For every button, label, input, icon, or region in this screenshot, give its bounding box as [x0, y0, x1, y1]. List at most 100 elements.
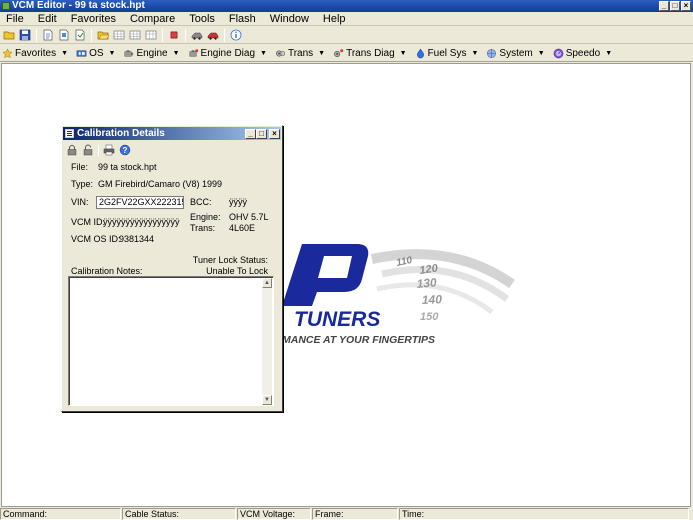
table-compare-icon[interactable]	[145, 29, 157, 41]
print-icon[interactable]	[103, 144, 115, 156]
unlock-icon[interactable]	[82, 144, 94, 156]
nav-engine-diag[interactable]: Engine Diag ▼	[188, 48, 273, 59]
engine-diag-icon	[189, 48, 198, 56]
toolbar-separator	[36, 28, 37, 42]
file-value: 99 ta stock.hpt	[98, 162, 157, 172]
toolbar-separator	[162, 28, 163, 42]
scroll-up-button[interactable]: ▲	[262, 278, 272, 288]
hp-tuners-logo: 110 120 130 140 150 TUNERS MANCE AT YOUR…	[282, 244, 515, 346]
speedo-icon	[553, 48, 564, 58]
dropdown-arrow-icon: ▼	[471, 49, 479, 57]
info-icon[interactable]	[230, 29, 242, 41]
maximize-button[interactable]: □	[670, 1, 680, 11]
document-compare-icon[interactable]	[74, 29, 86, 41]
open-folder-icon[interactable]	[3, 29, 15, 41]
main-toolbar	[0, 27, 693, 44]
calibration-close-button[interactable]: ×	[269, 128, 280, 139]
engine-value: OHV 5.7L	[229, 212, 269, 222]
nav-system[interactable]: System ▼	[486, 48, 550, 59]
type-value: GM Firebird/Camaro (V8) 1999	[98, 179, 223, 189]
nav-label: Engine Diag	[200, 47, 256, 59]
system-icon	[487, 48, 497, 58]
calibration-minimize-button[interactable]: _	[245, 128, 256, 139]
status-time: Time:	[399, 508, 689, 520]
calibration-toolbar: ?	[66, 143, 135, 157]
toolbar-separator	[224, 28, 225, 42]
menu-compare[interactable]: Compare	[124, 12, 183, 26]
calibration-titlebar[interactable]: Calibration Details _ □ ×	[63, 127, 281, 140]
document-icon[interactable]	[42, 29, 54, 41]
nav-label: System	[499, 47, 533, 59]
menu-file[interactable]: File	[0, 12, 32, 26]
dropdown-arrow-icon: ▼	[61, 49, 69, 57]
speedo-number: 150	[420, 311, 439, 323]
dropdown-arrow-icon: ▼	[318, 49, 326, 57]
vcm-os-id-value: 9381344	[119, 234, 155, 244]
speedo-number: 130	[416, 275, 437, 291]
menu-edit[interactable]: Edit	[32, 12, 65, 26]
vcm-id-value: ÿÿÿÿÿÿÿÿÿÿÿÿÿÿÿÿÿ	[103, 217, 180, 227]
svg-text:?: ?	[123, 146, 128, 155]
nav-trans[interactable]: Trans ▼	[275, 48, 331, 59]
file-label: File:	[71, 162, 89, 172]
trans-diag-icon	[334, 48, 344, 57]
nav-os[interactable]: OS ▼	[76, 48, 121, 59]
menu-help[interactable]: Help	[317, 12, 354, 26]
app-titlebar[interactable]: VCM Editor - 99 ta stock.hpt _ □ ×	[0, 0, 693, 12]
vin-field[interactable]: 2G2FV22GXX2223158	[96, 196, 184, 209]
window-title: VCM Editor - 99 ta stock.hpt	[12, 0, 145, 11]
calibration-maximize-button[interactable]: □	[256, 128, 267, 139]
trans-label: Trans:	[190, 223, 216, 233]
table-grid-icon[interactable]	[129, 29, 141, 41]
menu-favorites[interactable]: Favorites	[65, 12, 124, 26]
nav-label: Speedo	[565, 47, 601, 59]
dropdown-arrow-icon: ▼	[537, 49, 545, 57]
nav-favorites[interactable]: Favorites ▼	[2, 48, 74, 59]
bcc-value: ÿÿÿÿ	[229, 197, 247, 207]
nav-speedo[interactable]: Speedo ▼	[553, 48, 618, 59]
nav-label: Trans Diag	[346, 47, 395, 59]
star-icon	[2, 47, 13, 58]
document-icon	[65, 129, 74, 138]
dropdown-arrow-icon: ▼	[260, 49, 267, 57]
menu-flash[interactable]: Flash	[223, 12, 264, 26]
engine-label: Engine:	[190, 212, 221, 222]
notes-scrollbar[interactable]: ▲ ▼	[262, 278, 272, 405]
logo-brand: TUNERS	[294, 308, 380, 331]
menu-tools[interactable]: Tools	[183, 12, 223, 26]
status-bar: Command: Cable Status: VCM Voltage: Fram…	[0, 508, 693, 520]
nav-label: Fuel Sys	[427, 47, 467, 59]
document-copy-icon[interactable]	[58, 29, 70, 41]
read-vehicle-icon[interactable]	[191, 29, 203, 41]
nav-fuel-sys[interactable]: Fuel Sys ▼	[415, 48, 485, 59]
chip-icon[interactable]	[168, 29, 180, 41]
nav-toolbar: Favorites ▼ OS ▼ Engine ▼ Engine Diag ▼ …	[0, 45, 693, 62]
nav-label: Engine	[136, 47, 168, 59]
folder-open-icon[interactable]	[97, 29, 109, 41]
dropdown-arrow-icon: ▼	[108, 49, 116, 57]
close-button[interactable]: ×	[681, 1, 691, 11]
engine-icon	[125, 49, 134, 56]
menu-window[interactable]: Window	[264, 12, 317, 26]
type-label: Type:	[71, 179, 94, 189]
table-icon[interactable]	[113, 29, 125, 41]
calibration-notes-label: Calibration Notes:	[71, 266, 143, 276]
minimize-button[interactable]: _	[659, 1, 669, 11]
help-icon[interactable]: ?	[119, 144, 131, 156]
window-controls: _ □ ×	[659, 1, 691, 11]
trans-icon	[276, 49, 286, 57]
write-vehicle-icon[interactable]	[207, 29, 219, 41]
fuel-icon	[416, 48, 424, 58]
vcm-id-label: VCM ID:	[71, 217, 106, 227]
menu-bar: File Edit Favorites Compare Tools Flash …	[0, 12, 693, 26]
calibration-details-window[interactable]: Calibration Details _ □ × ? File: 99 ta …	[61, 125, 283, 412]
speedo-number: 140	[422, 292, 443, 307]
dropdown-arrow-icon: ▼	[605, 49, 613, 57]
calibration-notes-textarea[interactable]: ▲ ▼	[68, 276, 274, 406]
nav-engine[interactable]: Engine ▼	[123, 48, 185, 59]
nav-trans-diag[interactable]: Trans Diag ▼	[333, 48, 412, 59]
scroll-down-button[interactable]: ▼	[262, 395, 272, 405]
vin-label: VIN:	[71, 197, 89, 207]
lock-icon[interactable]	[66, 144, 78, 156]
save-icon[interactable]	[19, 29, 31, 41]
